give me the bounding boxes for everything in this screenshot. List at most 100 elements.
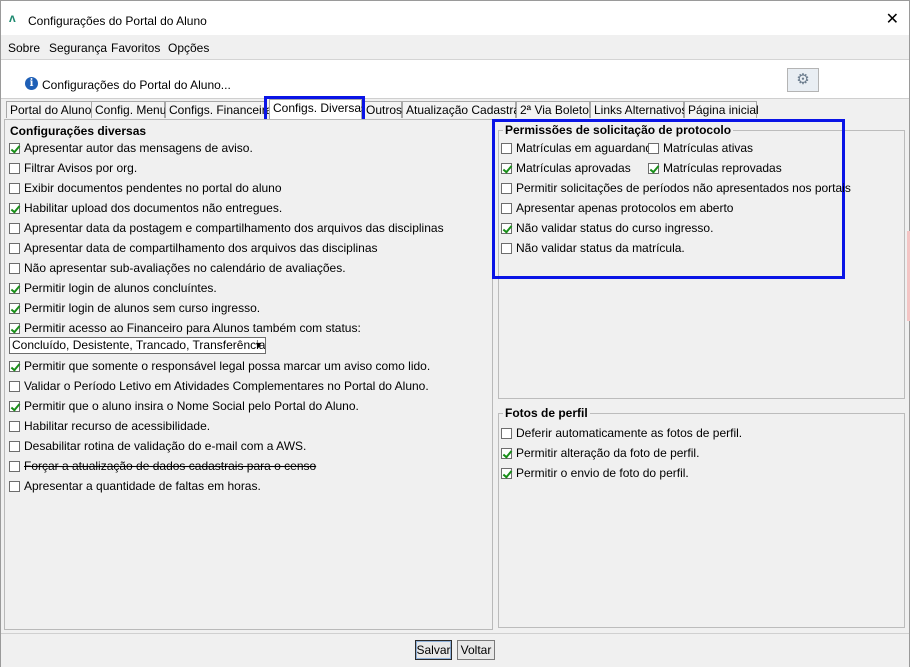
checkbox[interactable] bbox=[9, 243, 20, 254]
checkbox[interactable] bbox=[9, 421, 20, 432]
cb-nao-validar-matricula[interactable]: Não validar status da matrícula. bbox=[501, 241, 685, 257]
label: Matrículas ativas bbox=[663, 141, 754, 155]
cb-forcar-atualizacao[interactable]: Forçar a atualização de dados cadastrais… bbox=[9, 459, 316, 475]
settings-gear-button[interactable]: ⚙ bbox=[787, 68, 819, 92]
checkbox-checked[interactable] bbox=[501, 163, 512, 174]
info-text: Configurações do Portal do Aluno... bbox=[42, 78, 231, 92]
group-title-configuracoes-diversas: Configurações diversas bbox=[8, 124, 149, 138]
label: Permitir que o aluno insira o Nome Socia… bbox=[24, 399, 359, 413]
menu-bar: Sobre Segurança Favoritos Opções bbox=[1, 36, 909, 60]
cb-filtrar-avisos[interactable]: Filtrar Avisos por org. bbox=[9, 161, 137, 177]
label: Deferir automaticamente as fotos de perf… bbox=[516, 426, 743, 440]
checkbox[interactable] bbox=[501, 243, 512, 254]
checkbox[interactable] bbox=[501, 428, 512, 439]
menu-sobre[interactable]: Sobre bbox=[8, 41, 40, 55]
cb-login-sem-curso[interactable]: Permitir login de alunos sem curso ingre… bbox=[9, 301, 260, 317]
cb-autor-mensagens[interactable]: Apresentar autor das mensagens de aviso. bbox=[9, 141, 253, 157]
checkbox-checked[interactable] bbox=[9, 323, 20, 334]
cb-matriculas-aguardando[interactable]: Matrículas em aguardando bbox=[501, 141, 659, 157]
label: Não validar status do curso ingresso. bbox=[516, 221, 714, 235]
cb-protocolos-aberto[interactable]: Apresentar apenas protocolos em aberto bbox=[501, 201, 733, 217]
label: Apresentar a quantidade de faltas em hor… bbox=[24, 479, 261, 493]
tab-configs-diversas[interactable]: Configs. Diversas bbox=[269, 99, 367, 119]
cb-validar-periodo[interactable]: Validar o Período Letivo em Atividades C… bbox=[9, 379, 429, 395]
checkbox-checked[interactable] bbox=[9, 401, 20, 412]
cb-responsavel-legal[interactable]: Permitir que somente o responsável legal… bbox=[9, 359, 430, 375]
cb-exibir-documentos[interactable]: Exibir documentos pendentes no portal do… bbox=[9, 181, 282, 197]
tab-atualizacao-cadastral[interactable]: Atualização Cadastral bbox=[402, 101, 523, 118]
label: Forçar a atualização de dados cadastrais… bbox=[24, 459, 317, 473]
checkbox-checked[interactable] bbox=[9, 283, 20, 294]
tab-pagina-inicial[interactable]: Página inicial bbox=[684, 101, 759, 118]
checkbox[interactable] bbox=[9, 163, 20, 174]
cb-faltas-horas[interactable]: Apresentar a quantidade de faltas em hor… bbox=[9, 479, 261, 495]
cb-data-postagem[interactable]: Apresentar data da postagem e compartilh… bbox=[9, 221, 444, 237]
cb-login-concluintes[interactable]: Permitir login de alunos concluíntes. bbox=[9, 281, 217, 297]
chevron-down-icon: ▼ bbox=[254, 340, 263, 350]
checkbox-checked[interactable] bbox=[9, 303, 20, 314]
checkbox[interactable] bbox=[9, 263, 20, 274]
checkbox[interactable] bbox=[648, 143, 659, 154]
checkbox[interactable] bbox=[9, 183, 20, 194]
checkbox[interactable] bbox=[9, 481, 20, 492]
cb-habilitar-upload[interactable]: Habilitar upload dos documentos não entr… bbox=[9, 201, 282, 217]
cb-envio-foto[interactable]: Permitir o envio de foto do perfil. bbox=[501, 466, 689, 482]
label: Filtrar Avisos por org. bbox=[24, 161, 138, 175]
cb-deferir-fotos[interactable]: Deferir automaticamente as fotos de perf… bbox=[501, 426, 742, 442]
checkbox-checked[interactable] bbox=[9, 203, 20, 214]
checkbox-checked[interactable] bbox=[648, 163, 659, 174]
save-button[interactable]: Salvar bbox=[415, 640, 452, 660]
menu-opcoes[interactable]: Opções bbox=[168, 41, 209, 55]
cb-matriculas-reprovadas[interactable]: Matrículas reprovadas bbox=[648, 161, 782, 177]
cb-periodos-nao-apresentados[interactable]: Permitir solicitações de períodos não ap… bbox=[501, 181, 851, 197]
menu-favoritos[interactable]: Favoritos bbox=[111, 41, 160, 55]
checkbox[interactable] bbox=[501, 203, 512, 214]
cb-validacao-email[interactable]: Desabilitar rotina de validação do e-mai… bbox=[9, 439, 306, 455]
bottom-bar: Salvar Voltar bbox=[1, 633, 909, 667]
label: Permitir o envio de foto do perfil. bbox=[516, 466, 689, 480]
close-icon[interactable]: ✕ bbox=[886, 9, 899, 29]
label: Exibir documentos pendentes no portal do… bbox=[24, 181, 282, 195]
tab-config-menu[interactable]: Config. Menu bbox=[91, 101, 166, 118]
cb-alteracao-foto[interactable]: Permitir alteração da foto de perfil. bbox=[501, 446, 699, 462]
label: Permitir acesso ao Financeiro para Aluno… bbox=[24, 321, 361, 335]
label: Matrículas em aguardando bbox=[516, 141, 659, 155]
checkbox-checked[interactable] bbox=[501, 448, 512, 459]
cb-acessibilidade[interactable]: Habilitar recurso de acessibilidade. bbox=[9, 419, 210, 435]
tab-configs-financeiras[interactable]: Configs. Financeiras bbox=[165, 101, 278, 118]
checkbox[interactable] bbox=[9, 461, 20, 472]
group-title-protocolo: Permissões de solicitação de protocolo bbox=[503, 123, 734, 137]
checkbox[interactable] bbox=[501, 183, 512, 194]
cb-nao-validar-curso[interactable]: Não validar status do curso ingresso. bbox=[501, 221, 713, 237]
status-select[interactable]: Concluído, Desistente, Trancado, Transfe… bbox=[9, 337, 266, 354]
tab-outros[interactable]: Outros bbox=[362, 101, 402, 118]
menu-seguranca[interactable]: Segurança bbox=[49, 41, 107, 55]
checkbox[interactable] bbox=[9, 441, 20, 452]
label: Permitir que somente o responsável legal… bbox=[24, 359, 431, 373]
label: Apresentar data de compartilhamento dos … bbox=[24, 241, 378, 255]
checkbox-checked[interactable] bbox=[501, 468, 512, 479]
checkbox-checked[interactable] bbox=[9, 361, 20, 372]
label: Validar o Período Letivo em Atividades C… bbox=[24, 379, 429, 393]
checkbox-checked[interactable] bbox=[501, 223, 512, 234]
checkbox[interactable] bbox=[9, 381, 20, 392]
cb-matriculas-ativas[interactable]: Matrículas ativas bbox=[648, 141, 753, 157]
tab-2a-via-boleto[interactable]: 2ª Via Boleto bbox=[516, 101, 590, 118]
checkbox[interactable] bbox=[9, 223, 20, 234]
cb-matriculas-aprovadas[interactable]: Matrículas aprovadas bbox=[501, 161, 631, 177]
checkbox[interactable] bbox=[501, 143, 512, 154]
cb-sub-avaliacoes[interactable]: Não apresentar sub-avaliações no calendá… bbox=[9, 261, 346, 277]
label: Matrículas aprovadas bbox=[516, 161, 631, 175]
tab-portal-do-aluno[interactable]: Portal do Aluno bbox=[6, 101, 92, 118]
tab-links-alternativos[interactable]: Links Alternativos bbox=[590, 101, 687, 118]
label: Apresentar apenas protocolos em aberto bbox=[516, 201, 734, 215]
label: Matrículas reprovadas bbox=[663, 161, 782, 175]
cb-nome-social[interactable]: Permitir que o aluno insira o Nome Socia… bbox=[9, 399, 359, 415]
cb-acesso-financeiro[interactable]: Permitir acesso ao Financeiro para Aluno… bbox=[9, 321, 361, 337]
window-title: Configurações do Portal do Aluno bbox=[28, 14, 207, 28]
back-button[interactable]: Voltar bbox=[457, 640, 495, 660]
checkbox-checked[interactable] bbox=[9, 143, 20, 154]
cb-data-compartilhamento[interactable]: Apresentar data de compartilhamento dos … bbox=[9, 241, 378, 257]
info-bar: i Configurações do Portal do Aluno... bbox=[1, 60, 909, 99]
title-bar: ʌ Configurações do Portal do Aluno ✕ bbox=[1, 1, 909, 35]
